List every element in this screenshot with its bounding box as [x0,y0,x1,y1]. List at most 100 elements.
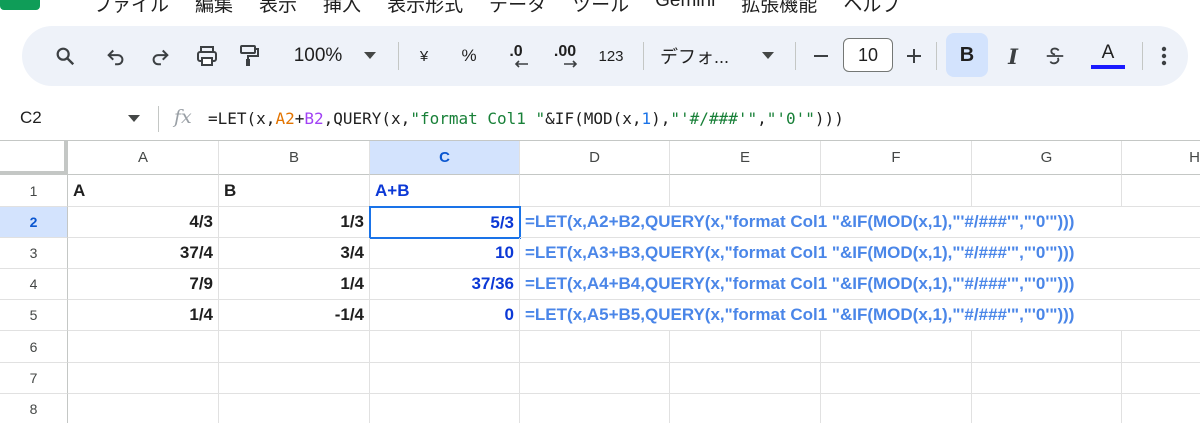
column-header-e[interactable]: E [670,141,821,175]
cell-b6[interactable] [219,331,370,363]
select-all-corner[interactable] [0,141,68,175]
cell-c8[interactable] [370,394,520,423]
print-button[interactable] [190,26,224,86]
zoom-dropdown[interactable] [358,26,382,86]
cell-b2[interactable]: 1/3 [219,207,370,238]
paint-format-button[interactable] [232,26,266,86]
cell-d8[interactable] [520,394,670,423]
column-header-f[interactable]: F [821,141,972,175]
decrease-font-size-button[interactable] [808,26,834,86]
cell-h7[interactable] [1122,363,1200,394]
menu-view[interactable]: 表示 [259,0,297,16]
redo-button[interactable] [145,26,175,86]
column-header-g[interactable]: G [972,141,1122,175]
name-box[interactable]: C2 [20,108,42,128]
strikethrough-button[interactable] [1040,26,1070,86]
undo-button[interactable] [101,26,131,86]
cell-c1[interactable]: A+B [370,175,520,207]
menu-edit[interactable]: 編集 [195,0,233,16]
column-header-b[interactable]: B [219,141,370,175]
cell-g6[interactable] [972,331,1122,363]
decrease-decimal-button[interactable]: .0 [500,26,532,86]
cell-a7[interactable] [68,363,219,394]
menu-insert[interactable]: 挿入 [323,0,361,16]
cell-f6[interactable] [821,331,972,363]
column-header-a[interactable]: A [68,141,219,175]
name-box-dropdown[interactable] [128,110,140,128]
increase-decimal-button[interactable]: .00 [548,26,582,86]
currency-format-button[interactable]: ¥ [410,26,438,86]
cell-f8[interactable] [821,394,972,423]
cell-g8[interactable] [972,394,1122,423]
font-dropdown[interactable] [756,26,780,86]
cell-b3[interactable]: 3/4 [219,238,370,269]
cell-e7[interactable] [670,363,821,394]
cell-b7[interactable] [219,363,370,394]
cell-d2[interactable]: =LET(x,A2+B2,QUERY(x,"format Col1 "&IF(M… [520,207,1200,238]
cell-e6[interactable] [670,331,821,363]
cell-a2[interactable]: 4/3 [68,207,219,238]
cell-e1[interactable] [670,175,821,207]
cell-c7[interactable] [370,363,520,394]
menu-format[interactable]: 表示形式 [387,0,463,16]
menu-gemini[interactable]: Gemini [655,0,715,16]
cell-a6[interactable] [68,331,219,363]
row-header-3[interactable]: 3 [0,238,68,269]
cell-c4[interactable]: 37/36 [370,269,520,300]
cell-a4[interactable]: 7/9 [68,269,219,300]
column-header-d[interactable]: D [520,141,670,175]
cell-c5[interactable]: 0 [370,300,520,331]
search-menus-button[interactable] [50,26,80,86]
row-header-8[interactable]: 8 [0,394,68,423]
italic-button[interactable]: I [998,26,1028,86]
cell-d5[interactable]: =LET(x,A5+B5,QUERY(x,"format Col1 "&IF(M… [520,300,1200,331]
text-color-button[interactable]: A [1090,26,1126,86]
zoom-select[interactable]: 100% [286,26,350,86]
cell-d3[interactable]: =LET(x,A3+B3,QUERY(x,"format Col1 "&IF(M… [520,238,1200,269]
cell-a5[interactable]: 1/4 [68,300,219,331]
more-formats-button[interactable]: 123 [593,26,629,86]
cell-d4[interactable]: =LET(x,A4+B4,QUERY(x,"format Col1 "&IF(M… [520,269,1200,300]
cell-f7[interactable] [821,363,972,394]
row-header-2[interactable]: 2 [0,207,68,238]
menu-help[interactable]: ヘルプ [843,0,900,16]
row-header-4[interactable]: 4 [0,269,68,300]
row-header-5[interactable]: 5 [0,300,68,331]
row-header-7[interactable]: 7 [0,363,68,394]
more-options-button[interactable] [1152,26,1176,86]
cell-g1[interactable] [972,175,1122,207]
cell-d6[interactable] [520,331,670,363]
row-header-1[interactable]: 1 [0,175,68,207]
cell-b1[interactable]: B [219,175,370,207]
cell-h1[interactable] [1122,175,1200,207]
formula-input[interactable]: =LET(x,A2+B2,QUERY(x,"format Col1 "&IF(M… [208,109,844,128]
increase-font-size-button[interactable] [901,26,927,86]
bold-button[interactable]: B [946,33,988,77]
column-header-h[interactable]: H [1122,141,1200,175]
cell-a8[interactable] [68,394,219,423]
cell-e8[interactable] [670,394,821,423]
percent-format-button[interactable]: % [455,26,483,86]
cell-c6[interactable] [370,331,520,363]
cell-a3[interactable]: 37/4 [68,238,219,269]
cell-c2-active[interactable]: 5/3 [369,206,521,239]
font-size-input[interactable]: 10 [843,38,893,72]
row-header-6[interactable]: 6 [0,331,68,363]
cell-h8[interactable] [1122,394,1200,423]
column-header-c[interactable]: C [370,141,520,175]
menu-data[interactable]: データ [489,0,546,16]
cell-f1[interactable] [821,175,972,207]
cell-c3[interactable]: 10 [370,238,520,269]
menu-file[interactable]: ファイル [93,0,169,16]
cell-d1[interactable] [520,175,670,207]
cell-a1[interactable]: A [68,175,219,207]
menu-extensions[interactable]: 拡張機能 [741,0,817,16]
font-select[interactable]: デフォ... [660,26,746,86]
cell-h6[interactable] [1122,331,1200,363]
cell-b5[interactable]: -1/4 [219,300,370,331]
sheets-logo[interactable] [0,0,40,10]
cell-b4[interactable]: 1/4 [219,269,370,300]
cell-g7[interactable] [972,363,1122,394]
cell-b8[interactable] [219,394,370,423]
menu-tools[interactable]: ツール [572,0,629,16]
